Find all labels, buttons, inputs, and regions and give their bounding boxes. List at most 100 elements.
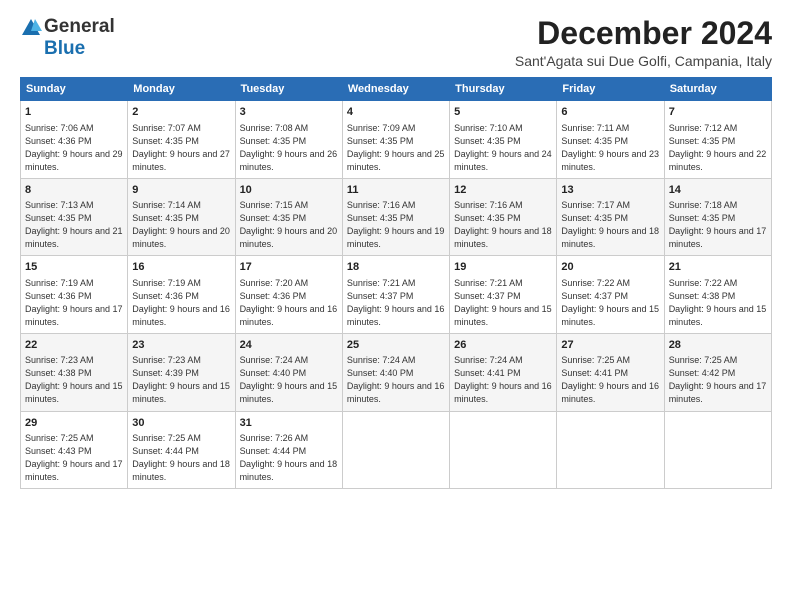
day-number: 30: [132, 416, 230, 431]
logo-icon: [20, 17, 42, 37]
header: General Blue December 2024 Sant'Agata su…: [20, 16, 772, 69]
day-info: Sunrise: 7:24 AMSunset: 4:40 PMDaylight:…: [347, 354, 445, 406]
day-info: Sunrise: 7:26 AMSunset: 4:44 PMDaylight:…: [240, 432, 338, 484]
day-number: 10: [240, 183, 338, 198]
day-number: 18: [347, 260, 445, 275]
day-number: 1: [25, 105, 123, 120]
calendar-cell: 7 Sunrise: 7:12 AMSunset: 4:35 PMDaylight…: [664, 101, 771, 179]
calendar-cell: 24Sunrise: 7:24 AMSunset: 4:40 PMDayligh…: [235, 333, 342, 411]
calendar-cell: 12Sunrise: 7:16 AMSunset: 4:35 PMDayligh…: [450, 178, 557, 256]
day-number: 29: [25, 416, 123, 431]
day-number: 15: [25, 260, 123, 275]
calendar-cell: [342, 411, 449, 489]
calendar-cell: 28Sunrise: 7:25 AMSunset: 4:42 PMDayligh…: [664, 333, 771, 411]
calendar-cell: 29Sunrise: 7:25 AMSunset: 4:43 PMDayligh…: [21, 411, 128, 489]
day-info: Sunrise: 7:20 AMSunset: 4:36 PMDaylight:…: [240, 277, 338, 329]
calendar-cell: 30Sunrise: 7:25 AMSunset: 4:44 PMDayligh…: [128, 411, 235, 489]
day-number: 8: [25, 183, 123, 198]
day-number: 27: [561, 338, 659, 353]
day-number: 20: [561, 260, 659, 275]
day-info: Sunrise: 7:23 AMSunset: 4:39 PMDaylight:…: [132, 354, 230, 406]
day-info: Sunrise: 7:10 AMSunset: 4:35 PMDaylight:…: [454, 122, 552, 174]
calendar-cell: [664, 411, 771, 489]
calendar-day-header: Sunday: [21, 78, 128, 101]
day-info: Sunrise: 7:19 AMSunset: 4:36 PMDaylight:…: [25, 277, 123, 329]
day-info: Sunrise: 7:13 AMSunset: 4:35 PMDaylight:…: [25, 199, 123, 251]
day-info: Sunrise: 7:22 AMSunset: 4:37 PMDaylight:…: [561, 277, 659, 329]
day-number: 19: [454, 260, 552, 275]
calendar-cell: 17Sunrise: 7:20 AMSunset: 4:36 PMDayligh…: [235, 256, 342, 334]
calendar-week-row: 22Sunrise: 7:23 AMSunset: 4:38 PMDayligh…: [21, 333, 772, 411]
day-number: 21: [669, 260, 767, 275]
day-info: Sunrise: 7:16 AMSunset: 4:35 PMDaylight:…: [347, 199, 445, 251]
day-info: Sunrise: 7:06 AMSunset: 4:36 PMDaylight:…: [25, 122, 123, 174]
calendar-cell: 4 Sunrise: 7:09 AMSunset: 4:35 PMDaylight…: [342, 101, 449, 179]
calendar-day-header: Monday: [128, 78, 235, 101]
calendar-cell: [450, 411, 557, 489]
day-info: Sunrise: 7:09 AMSunset: 4:35 PMDaylight:…: [347, 122, 445, 174]
day-number: 22: [25, 338, 123, 353]
calendar-cell: 25Sunrise: 7:24 AMSunset: 4:40 PMDayligh…: [342, 333, 449, 411]
day-number: 4: [347, 105, 445, 120]
day-number: 28: [669, 338, 767, 353]
day-info: Sunrise: 7:25 AMSunset: 4:43 PMDaylight:…: [25, 432, 123, 484]
day-number: 26: [454, 338, 552, 353]
day-info: Sunrise: 7:16 AMSunset: 4:35 PMDaylight:…: [454, 199, 552, 251]
day-info: Sunrise: 7:15 AMSunset: 4:35 PMDaylight:…: [240, 199, 338, 251]
calendar-cell: 31Sunrise: 7:26 AMSunset: 4:44 PMDayligh…: [235, 411, 342, 489]
calendar-cell: [557, 411, 664, 489]
calendar-week-row: 15 Sunrise: 7:19 AMSunset: 4:36 PMDayligh…: [21, 256, 772, 334]
calendar-week-row: 8Sunrise: 7:13 AMSunset: 4:35 PMDaylight…: [21, 178, 772, 256]
calendar-cell: 2 Sunrise: 7:07 AMSunset: 4:35 PMDaylight…: [128, 101, 235, 179]
day-info: Sunrise: 7:25 AMSunset: 4:41 PMDaylight:…: [561, 354, 659, 406]
calendar-cell: 6Sunrise: 7:11 AMSunset: 4:35 PMDaylight…: [557, 101, 664, 179]
day-number: 24: [240, 338, 338, 353]
day-info: Sunrise: 7:08 AMSunset: 4:35 PMDaylight:…: [240, 122, 338, 174]
day-number: 5: [454, 105, 552, 120]
day-number: 25: [347, 338, 445, 353]
calendar-day-header: Wednesday: [342, 78, 449, 101]
day-info: Sunrise: 7:21 AMSunset: 4:37 PMDaylight:…: [454, 277, 552, 329]
day-info: Sunrise: 7:07 AMSunset: 4:35 PMDaylight:…: [132, 122, 230, 174]
day-info: Sunrise: 7:21 AMSunset: 4:37 PMDaylight:…: [347, 277, 445, 329]
day-number: 6: [561, 105, 659, 120]
calendar-cell: 18 Sunrise: 7:21 AMSunset: 4:37 PMDayligh…: [342, 256, 449, 334]
day-info: Sunrise: 7:23 AMSunset: 4:38 PMDaylight:…: [25, 354, 123, 406]
day-number: 16: [132, 260, 230, 275]
subtitle: Sant'Agata sui Due Golfi, Campania, Ital…: [515, 53, 772, 69]
day-number: 23: [132, 338, 230, 353]
calendar-cell: 16Sunrise: 7:19 AMSunset: 4:36 PMDayligh…: [128, 256, 235, 334]
calendar-cell: 13Sunrise: 7:17 AMSunset: 4:35 PMDayligh…: [557, 178, 664, 256]
calendar-cell: 19 Sunrise: 7:21 AMSunset: 4:37 PMDayligh…: [450, 256, 557, 334]
day-info: Sunrise: 7:22 AMSunset: 4:38 PMDaylight:…: [669, 277, 767, 329]
day-info: Sunrise: 7:25 AMSunset: 4:44 PMDaylight:…: [132, 432, 230, 484]
day-number: 2: [132, 105, 230, 120]
day-info: Sunrise: 7:12 AMSunset: 4:35 PMDaylight:…: [669, 122, 767, 174]
logo-general: General: [44, 16, 115, 38]
page: General Blue December 2024 Sant'Agata su…: [0, 0, 792, 612]
calendar-cell: 22Sunrise: 7:23 AMSunset: 4:38 PMDayligh…: [21, 333, 128, 411]
day-info: Sunrise: 7:25 AMSunset: 4:42 PMDaylight:…: [669, 354, 767, 406]
day-number: 31: [240, 416, 338, 431]
calendar-cell: 15 Sunrise: 7:19 AMSunset: 4:36 PMDayligh…: [21, 256, 128, 334]
day-info: Sunrise: 7:24 AMSunset: 4:40 PMDaylight:…: [240, 354, 338, 406]
logo-blue: Blue: [44, 38, 85, 60]
day-info: Sunrise: 7:24 AMSunset: 4:41 PMDaylight:…: [454, 354, 552, 406]
calendar-day-header: Saturday: [664, 78, 771, 101]
day-number: 9: [132, 183, 230, 198]
day-number: 7: [669, 105, 767, 120]
calendar-cell: 10Sunrise: 7:15 AMSunset: 4:35 PMDayligh…: [235, 178, 342, 256]
calendar-cell: 26Sunrise: 7:24 AMSunset: 4:41 PMDayligh…: [450, 333, 557, 411]
day-number: 13: [561, 183, 659, 198]
calendar-cell: 9Sunrise: 7:14 AMSunset: 4:35 PMDaylight…: [128, 178, 235, 256]
calendar-cell: 11Sunrise: 7:16 AMSunset: 4:35 PMDayligh…: [342, 178, 449, 256]
day-number: 3: [240, 105, 338, 120]
calendar-header-row: SundayMondayTuesdayWednesdayThursdayFrid…: [21, 78, 772, 101]
calendar-cell: 1 Sunrise: 7:06 AMSunset: 4:36 PMDaylight…: [21, 101, 128, 179]
day-number: 12: [454, 183, 552, 198]
day-number: 14: [669, 183, 767, 198]
calendar-week-row: 1 Sunrise: 7:06 AMSunset: 4:36 PMDaylight…: [21, 101, 772, 179]
main-title: December 2024: [515, 16, 772, 51]
calendar-week-row: 29Sunrise: 7:25 AMSunset: 4:43 PMDayligh…: [21, 411, 772, 489]
calendar-cell: 3 Sunrise: 7:08 AMSunset: 4:35 PMDaylight…: [235, 101, 342, 179]
